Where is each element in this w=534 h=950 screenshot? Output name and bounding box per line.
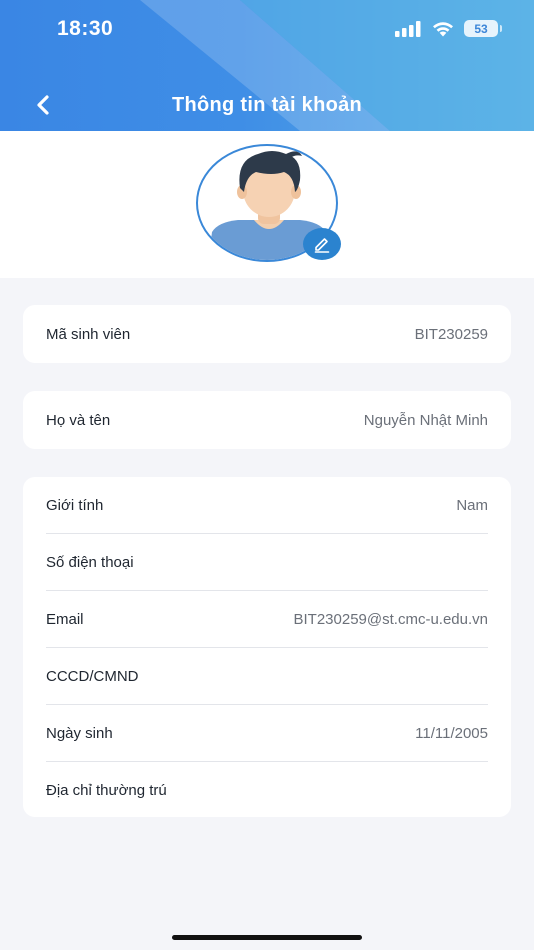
wifi-icon bbox=[433, 22, 453, 37]
full-name-value: Nguyễn Nhật Minh bbox=[363, 411, 488, 429]
detail-label: Ngày sinh bbox=[46, 725, 113, 742]
battery-icon: 53 bbox=[464, 20, 502, 37]
detail-label: Số điện thoại bbox=[46, 554, 134, 571]
detail-value: BIT230259@st.cmc-u.edu.vn bbox=[293, 611, 489, 628]
full-name-label: Họ và tên bbox=[46, 411, 111, 429]
student-id-value: BIT230259 bbox=[414, 325, 488, 343]
detail-value: 11/11/2005 bbox=[415, 725, 488, 742]
page-title: Thông tin tài khoản bbox=[171, 94, 363, 116]
detail-row-phone: Số điện thoại bbox=[23, 534, 511, 591]
student-id-label: Mã sinh viên bbox=[46, 325, 131, 343]
edit-pencil-icon bbox=[314, 238, 330, 253]
detail-label: Giới tính bbox=[46, 497, 104, 514]
home-indicator[interactable] bbox=[172, 935, 362, 940]
status-icons: 53 bbox=[395, 20, 502, 37]
detail-row-gender: Giới tính Nam bbox=[23, 477, 511, 534]
student-id-row: Mã sinh viên BIT230259 bbox=[23, 305, 511, 363]
detail-label: CCCD/CMND bbox=[46, 668, 139, 685]
avatar-section bbox=[0, 131, 534, 278]
detail-row-birthdate: Ngày sinh 11/11/2005 bbox=[23, 705, 511, 762]
detail-label: Email bbox=[46, 611, 84, 628]
detail-label: Địa chỉ thường trú bbox=[46, 782, 167, 799]
edit-avatar-button[interactable] bbox=[303, 228, 341, 260]
detail-row-email: Email BIT230259@st.cmc-u.edu.vn bbox=[23, 591, 511, 648]
detail-row-id-card: CCCD/CMND bbox=[23, 648, 511, 705]
full-name-card: Họ và tên Nguyễn Nhật Minh bbox=[23, 391, 511, 449]
header-bar: 18:30 53 Thông tin tài khoản bbox=[0, 0, 534, 131]
detail-row-address: Địa chỉ thường trú bbox=[23, 762, 511, 819]
status-time: 18:30 bbox=[57, 17, 114, 40]
details-card: Giới tính Nam Số điện thoại Email BIT230… bbox=[23, 477, 511, 817]
student-id-card: Mã sinh viên BIT230259 bbox=[23, 305, 511, 363]
battery-level: 53 bbox=[474, 21, 488, 36]
signal-icon bbox=[395, 20, 421, 37]
detail-value: Nam bbox=[456, 497, 488, 514]
full-name-row: Họ và tên Nguyễn Nhật Minh bbox=[23, 391, 511, 449]
